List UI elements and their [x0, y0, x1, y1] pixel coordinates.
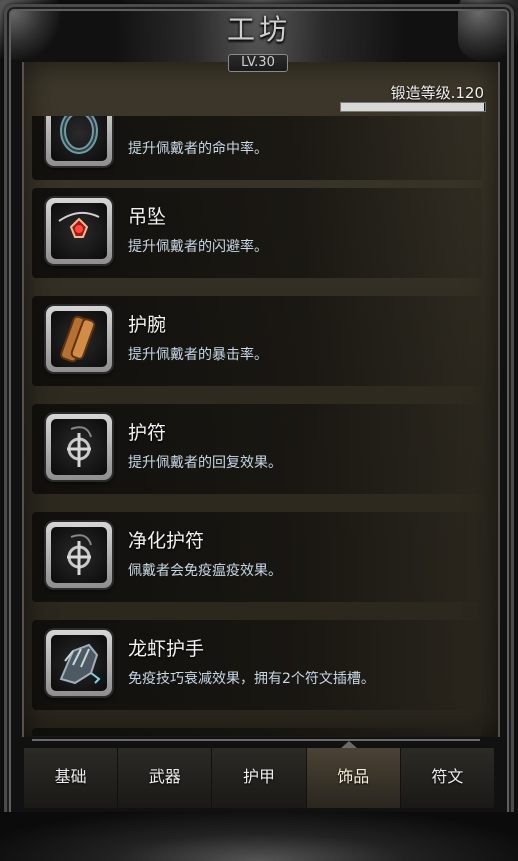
item-description: 提升佩戴者的暴击率。	[128, 347, 268, 363]
item-description: 免疫技巧衰减效果，拥有2个符文插槽。	[128, 671, 375, 687]
item-name: 护腕	[128, 314, 167, 336]
purify-amulet-icon	[67, 534, 92, 575]
list-item-bracer[interactable]: 护腕 提升佩戴者的暴击率。	[32, 296, 482, 386]
item-icon-frame	[46, 116, 112, 166]
player-level-badge: LV.30	[228, 54, 288, 72]
tab-accessory[interactable]: 饰品	[306, 748, 401, 808]
item-name: 护符	[128, 422, 167, 444]
tab-rune[interactable]: 符文	[400, 748, 495, 808]
forge-progress-bar	[340, 102, 486, 112]
list-item-pendant[interactable]: 吊坠 提升佩戴者的闪避率。	[32, 188, 482, 278]
item-icon-frame	[46, 630, 112, 696]
tab-armor[interactable]: 护甲	[212, 748, 307, 808]
item-description: 提升佩戴者的闪避率。	[128, 239, 268, 255]
bracer-icon	[60, 315, 96, 363]
list-item-amulet[interactable]: 护符 提升佩戴者的回复效果。	[32, 404, 482, 494]
tab-weapon[interactable]: 武器	[118, 748, 213, 808]
tab-basic[interactable]: 基础	[24, 748, 119, 808]
item-icon-frame	[46, 414, 112, 480]
ring-icon	[60, 116, 98, 154]
item-description: 佩戴者会免疫瘟疫效果。	[128, 563, 282, 579]
amulet-icon	[67, 426, 92, 467]
forge-level-label: 锻造等级.120	[390, 84, 484, 102]
item-icon-frame	[46, 522, 112, 588]
forge-progress-fill	[341, 103, 484, 111]
accessory-list[interactable]: 提升佩戴者的命中率。 吊坠 提升佩戴者的闪避率。 护腕 提升佩戴者的暴击率。 护…	[32, 116, 482, 736]
list-item-purify-amulet[interactable]: 净化护符 佩戴者会免疫瘟疫效果。	[32, 512, 482, 602]
item-icon-frame	[46, 306, 112, 372]
tab-divider	[32, 739, 480, 741]
list-item-ring[interactable]: 提升佩戴者的命中率。	[32, 116, 482, 180]
list-item-gauntlet[interactable]: 龙虾护手 免疫技巧衰减效果，拥有2个符文插槽。	[32, 620, 482, 710]
category-tabbar: 基础 武器 护甲 饰品 符文	[24, 748, 495, 808]
item-icon-frame	[46, 198, 112, 264]
list-item-partial[interactable]	[32, 728, 482, 736]
item-description: 提升佩戴者的命中率。	[128, 141, 268, 157]
gauntlet-icon	[59, 643, 101, 685]
page-title: 工坊	[226, 13, 291, 46]
item-description: 提升佩戴者的回复效果。	[128, 455, 282, 471]
bottom-ornament	[0, 812, 518, 861]
pendant-icon	[58, 211, 100, 238]
item-name: 净化护符	[128, 530, 205, 552]
item-name: 龙虾护手	[128, 638, 205, 660]
item-name: 吊坠	[128, 206, 167, 228]
